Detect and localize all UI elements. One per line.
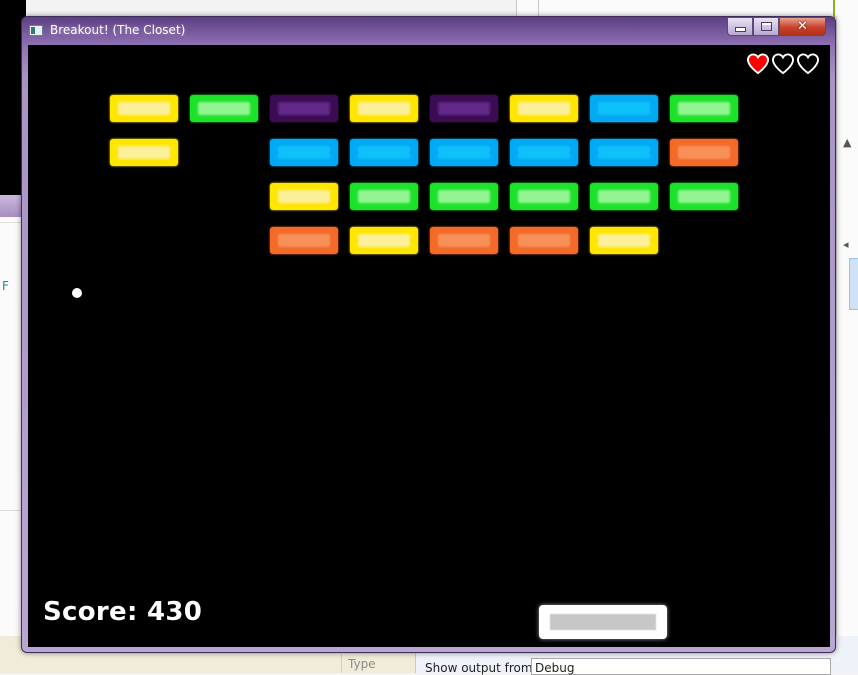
brick-orange (670, 139, 738, 166)
brick-green (190, 95, 258, 122)
close-icon: ✕ (797, 19, 808, 34)
chevron-left-icon[interactable]: ◂ (843, 238, 849, 251)
paddle-core (550, 614, 656, 630)
close-button[interactable]: ✕ (779, 17, 826, 36)
brick-blue (590, 139, 658, 166)
brick-green (670, 95, 738, 122)
brick-purple (270, 95, 338, 122)
background-left-letter: F (2, 279, 9, 293)
brick-core (358, 102, 410, 115)
game-window: Breakout! (The Closet) ✕ Score: 430 (21, 16, 836, 653)
app-icon[interactable] (29, 25, 43, 36)
maximize-icon (760, 22, 772, 31)
brick-yellow (350, 227, 418, 254)
brick-blue (590, 95, 658, 122)
brick-core (438, 146, 490, 159)
brick-blue (430, 139, 498, 166)
brick-orange (510, 227, 578, 254)
brick-core (678, 102, 730, 115)
brick-core (678, 146, 730, 159)
brick-green (430, 183, 498, 210)
brick-yellow (510, 95, 578, 122)
brick-green (590, 183, 658, 210)
brick-core (118, 102, 170, 115)
minimize-button[interactable] (727, 17, 753, 36)
score-text: Score: 430 (43, 597, 203, 627)
brick-core (598, 234, 650, 247)
divider (516, 0, 517, 16)
brick-blue (350, 139, 418, 166)
brick-core (678, 190, 730, 203)
brick-core (358, 190, 410, 203)
brick-core (198, 102, 250, 115)
brick-yellow (110, 95, 178, 122)
brick-core (518, 234, 570, 247)
brick-yellow (110, 139, 178, 166)
window-title: Breakout! (The Closet) (50, 23, 186, 37)
brick-yellow (350, 95, 418, 122)
heart-full-icon (746, 53, 770, 75)
maximize-button[interactable] (753, 17, 779, 36)
brick-purple (430, 95, 498, 122)
brick-core (598, 102, 650, 115)
brick-core (358, 146, 410, 159)
brick-green (510, 183, 578, 210)
brick-orange (270, 227, 338, 254)
heart-empty-icon (796, 53, 820, 75)
heart-empty-icon (771, 53, 795, 75)
brick-core (518, 102, 570, 115)
background-selection (849, 258, 858, 310)
brick-yellow (590, 227, 658, 254)
brick-core (438, 234, 490, 247)
brick-blue (510, 139, 578, 166)
brick-green (670, 183, 738, 210)
title-bar[interactable]: Breakout! (The Closet) ✕ (22, 17, 835, 45)
ball (72, 288, 82, 298)
game-canvas[interactable]: Score: 430 (28, 45, 830, 647)
brick-core (438, 102, 490, 115)
brick-core (278, 190, 330, 203)
brick-core (598, 190, 650, 203)
column-header-type[interactable]: Type (341, 654, 411, 673)
brick-core (598, 146, 650, 159)
brick-core (118, 146, 170, 159)
minimize-icon (734, 27, 746, 32)
background-right-panel: ▲ ◂ (836, 16, 858, 636)
chevron-up-icon[interactable]: ▲ (843, 136, 851, 149)
brick-core (518, 190, 570, 203)
brick-core (438, 190, 490, 203)
paddle[interactable] (539, 605, 667, 639)
background-green-marker (833, 0, 835, 18)
brick-orange (430, 227, 498, 254)
brick-core (278, 102, 330, 115)
divider (538, 0, 539, 16)
lives-display (746, 53, 820, 75)
brick-yellow (270, 183, 338, 210)
brick-green (350, 183, 418, 210)
background-top-strip (516, 0, 858, 16)
brick-core (278, 146, 330, 159)
brick-core (358, 234, 410, 247)
output-source-dropdown[interactable]: Debug (531, 658, 831, 675)
brick-blue (270, 139, 338, 166)
brick-core (518, 146, 570, 159)
brick-core (278, 234, 330, 247)
